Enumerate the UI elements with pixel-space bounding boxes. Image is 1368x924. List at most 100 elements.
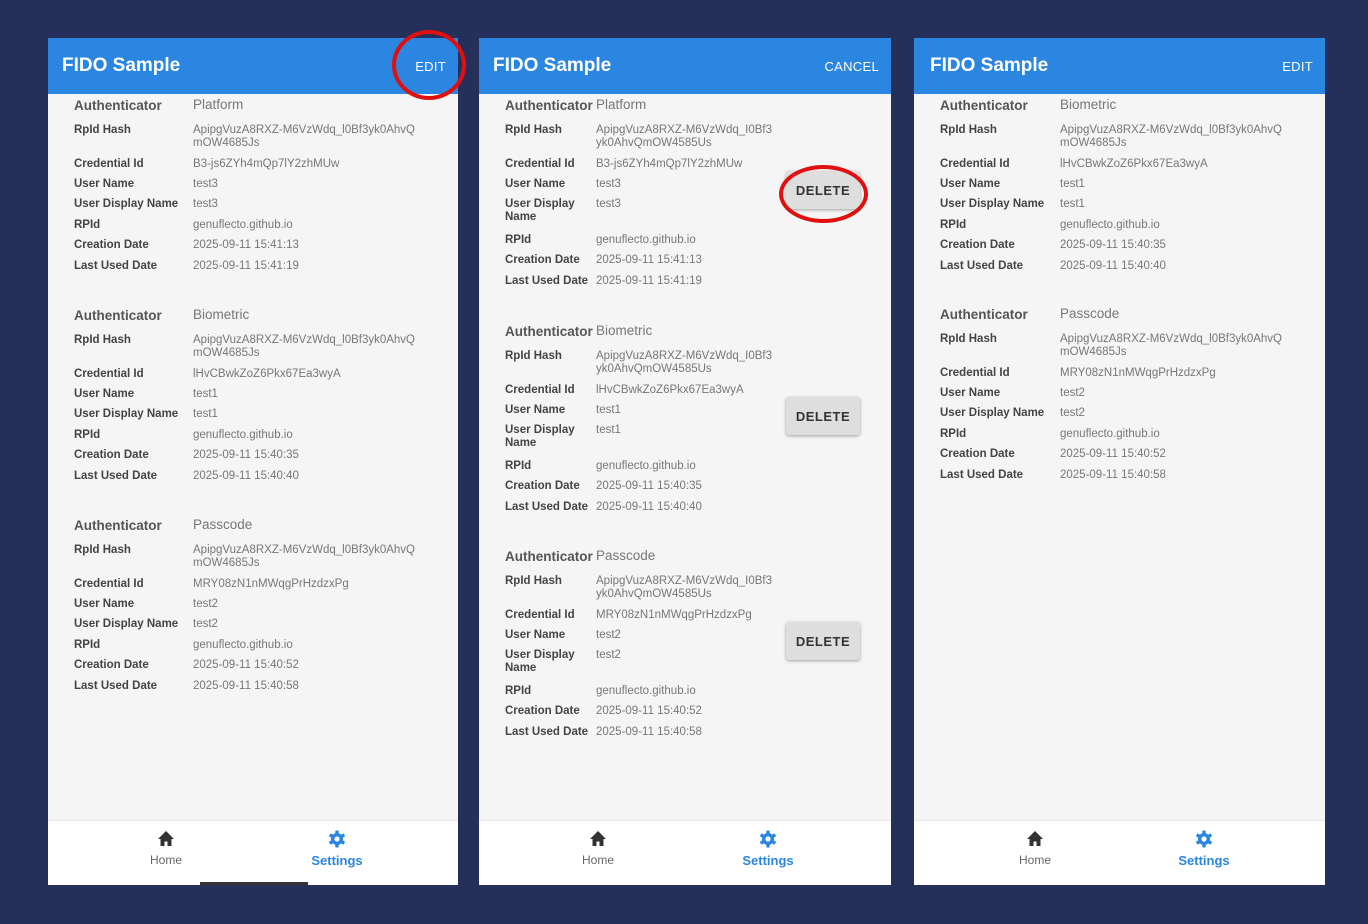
user-display-name-value: test2 <box>1060 407 1085 419</box>
user-name-value: test2 <box>1060 387 1085 399</box>
rpid-label: RPId <box>940 428 967 440</box>
rpid-hash-value-cont: mOW4685Js <box>1060 137 1127 149</box>
rpid-hash-value-cont: mOW4685Js <box>193 557 260 569</box>
credential-id-label: Credential Id <box>74 158 144 170</box>
credential-id-label: Credential Id <box>74 368 144 380</box>
credential-id-label: Credential Id <box>940 367 1010 379</box>
user-name-value: test3 <box>193 178 218 190</box>
user-name-value: test2 <box>596 629 621 641</box>
last-used-date-label: Last Used Date <box>940 469 1024 481</box>
rpid-hash-label: RpId Hash <box>940 333 997 345</box>
rpid-label: RPId <box>74 219 101 231</box>
creation-date-value: 2025-09-11 15:40:35 <box>596 480 702 492</box>
rpid-hash-value: ApipgVuzA8RXZ-M6VzWdq_l0Bf3yk0AhvQ <box>1060 124 1283 136</box>
creation-date-label: Creation Date <box>505 705 580 717</box>
user-display-name-value: test1 <box>193 408 218 420</box>
rpid-value: genuflecto.github.io <box>596 460 696 472</box>
user-display-name-value: test2 <box>193 618 218 630</box>
rpid-hash-label: RpId Hash <box>74 334 131 346</box>
rpid-label: RPId <box>505 685 532 697</box>
last-used-date-label: Last Used Date <box>74 470 158 482</box>
user-display-name-value: test1 <box>1060 198 1085 210</box>
credential-id-label: Credential Id <box>505 609 575 621</box>
rpid-hash-value-cont: mOW4685Js <box>193 347 260 359</box>
authenticator-label: Authenticator <box>940 307 1028 322</box>
phone-screen-after-delete: FIDO Sample EDIT Authenticator Biometric … <box>914 38 1325 885</box>
credential-id-value: lHvCBwkZoZ6Pkx67Ea3wyA <box>193 368 341 380</box>
creation-date-label: Creation Date <box>505 254 580 266</box>
delete-button[interactable]: DELETE <box>786 397 860 435</box>
rpid-hash-value-cont: yk0AhvQmOW4585Us <box>596 588 712 600</box>
user-name-value: test1 <box>193 388 218 400</box>
rpid-hash-value: ApipgVuzA8RXZ-M6VzWdq_l0Bf3yk0AhvQ <box>193 124 416 136</box>
authenticator-value: Passcode <box>193 517 253 532</box>
user-display-name-label: User Display Name <box>940 407 1045 419</box>
rpid-hash-label: RpId Hash <box>74 544 131 556</box>
nav-settings[interactable]: Settings <box>277 829 397 868</box>
user-display-name-value: test3 <box>596 198 621 210</box>
authenticator-label: Authenticator <box>940 98 1028 113</box>
user-name-label: User Name <box>940 178 1001 190</box>
user-display-name-label-cont: Name <box>505 211 537 223</box>
last-used-date-value: 2025-09-11 15:40:58 <box>1060 469 1166 481</box>
rpid-value: genuflecto.github.io <box>193 219 293 231</box>
nav-home-label: Home <box>581 853 614 867</box>
authenticator-value: Platform <box>596 97 647 112</box>
cancel-button[interactable]: CANCEL <box>824 59 879 74</box>
nav-settings[interactable]: Settings <box>1144 829 1264 868</box>
nav-home[interactable]: Home <box>538 829 658 867</box>
authenticator-value: Biometric <box>1060 97 1117 112</box>
creation-date-value: 2025-09-11 15:40:52 <box>1060 448 1166 460</box>
last-used-date-value: 2025-09-11 15:40:40 <box>193 470 299 482</box>
credential-id-value: MRY08zN1nMWqgPrHzdzxPg <box>193 578 349 590</box>
user-display-name-label: User Display <box>505 424 575 436</box>
authenticator-label: Authenticator <box>505 549 593 564</box>
rpid-hash-value: ApipgVuzA8RXZ-M6VzWdq_l0Bf3yk0AhvQ <box>193 334 416 346</box>
nav-home[interactable]: Home <box>975 829 1095 867</box>
rpid-label: RPId <box>505 460 532 472</box>
bottom-navigation: Home Settings <box>48 820 458 885</box>
highlight-circle <box>779 165 868 223</box>
user-display-name-label-cont: Name <box>505 437 537 449</box>
authenticator-value: Biometric <box>193 307 250 322</box>
rpid-label: RPId <box>74 429 101 441</box>
creation-date-label: Creation Date <box>74 239 149 251</box>
edit-button[interactable]: EDIT <box>1282 59 1313 74</box>
rpid-hash-label: RpId Hash <box>505 575 562 587</box>
creation-date-value: 2025-09-11 15:40:52 <box>596 705 702 717</box>
rpid-label: RPId <box>505 234 532 246</box>
last-used-date-value: 2025-09-11 15:41:19 <box>193 260 299 272</box>
gear-icon <box>760 830 776 848</box>
user-name-label: User Name <box>74 388 135 400</box>
rpid-label: RPId <box>74 639 101 651</box>
gesture-bar <box>200 882 308 885</box>
nav-settings[interactable]: Settings <box>708 829 828 868</box>
last-used-date-label: Last Used Date <box>74 680 158 692</box>
credential-list: Authenticator Biometric RpId Hash ApipgVuz… <box>914 94 1325 821</box>
authenticator-value: Biometric <box>596 323 653 338</box>
rpid-value: genuflecto.github.io <box>193 429 293 441</box>
last-used-date-value: 2025-09-11 15:40:58 <box>193 680 299 692</box>
nav-settings-label: Settings <box>311 853 363 868</box>
app-title: FIDO Sample <box>62 55 181 76</box>
creation-date-value: 2025-09-11 15:40:35 <box>193 449 299 461</box>
authenticator-label: Authenticator <box>74 518 162 533</box>
user-name-label: User Name <box>505 404 566 416</box>
credential-id-value: lHvCBwkZoZ6Pkx67Ea3wyA <box>1060 158 1208 170</box>
last-used-date-label: Last Used Date <box>940 260 1024 272</box>
nav-settings-label: Settings <box>1178 853 1230 868</box>
creation-date-value: 2025-09-11 15:41:13 <box>596 254 702 266</box>
nav-settings-label: Settings <box>742 853 794 868</box>
user-display-name-label: User Display <box>505 198 575 210</box>
credential-id-label: Credential Id <box>74 578 144 590</box>
bottom-navigation: Home Settings <box>479 820 891 885</box>
delete-button[interactable]: DELETE <box>786 622 860 660</box>
rpid-hash-value-cont: yk0AhvQmOW4585Us <box>596 363 712 375</box>
last-used-date-value: 2025-09-11 15:40:40 <box>1060 260 1166 272</box>
nav-home[interactable]: Home <box>106 829 226 867</box>
rpid-hash-value: ApipgVuzA8RXZ-M6VzWdq_I0Bf3 <box>596 124 772 136</box>
last-used-date-value: 2025-09-11 15:40:40 <box>596 501 702 513</box>
home-icon <box>1027 831 1043 846</box>
user-name-label: User Name <box>74 178 135 190</box>
bottom-navigation: Home Settings <box>914 820 1325 885</box>
